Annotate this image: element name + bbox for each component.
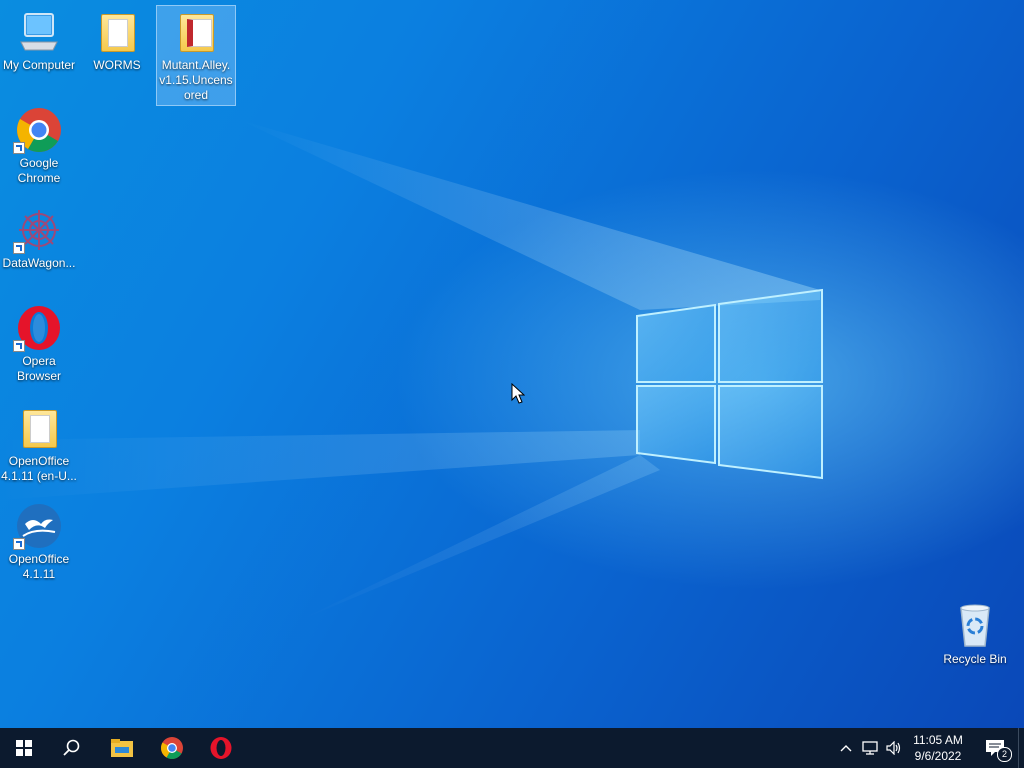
shortcut-arrow-icon	[13, 538, 25, 550]
network-icon	[862, 741, 878, 755]
network-button[interactable]	[858, 728, 882, 768]
desktop-icon-label-line: Opera	[22, 354, 56, 368]
desktop-icon-openoffice[interactable]: OpenOffice 4.1.11	[0, 502, 78, 582]
taskbar: 11:05 AM 9/6/2022 2	[0, 728, 1024, 768]
opera-icon	[210, 737, 232, 759]
chrome-icon	[161, 737, 183, 759]
desktop-icon-label-line: Google	[19, 156, 59, 170]
desktop-icon-google-chrome[interactable]: Google Chrome	[0, 106, 78, 186]
desktop-icon-worms[interactable]: WORMS	[78, 8, 156, 73]
folder-icon	[93, 8, 141, 56]
start-button[interactable]	[0, 728, 48, 768]
desktop-icon-recycle-bin[interactable]: Recycle Bin	[936, 602, 1014, 667]
opera-icon	[13, 304, 63, 352]
file-explorer-icon	[111, 739, 133, 757]
taskbar-opera-button[interactable]	[197, 728, 245, 768]
desktop-icon-opera-browser[interactable]: Opera Browser	[0, 304, 78, 384]
recycle-bin-icon	[951, 602, 999, 650]
desktop-icon-mutant-alley[interactable]: Mutant.Alley. v1.15.Uncens ored	[156, 5, 236, 106]
action-center-button[interactable]: 2	[978, 728, 1012, 768]
desktop-icon-label: WORMS	[93, 58, 141, 72]
desktop-icon-label-line: Browser	[16, 369, 61, 383]
desktop-icon-label-line: OpenOffice	[8, 552, 70, 566]
computer-icon	[15, 8, 63, 56]
clock-time: 11:05 AM	[913, 733, 963, 747]
desktop-icon-label: My Computer	[2, 58, 76, 72]
desktop-icon-openoffice-folder[interactable]: OpenOffice 4.1.11 (en-U...	[0, 404, 78, 484]
shortcut-arrow-icon	[13, 142, 25, 154]
desktop-icon-label-line: 4.1.11 (en-U...	[1, 469, 77, 483]
desktop-icon-label-line: ored	[183, 88, 209, 102]
show-hidden-icons-button[interactable]	[834, 728, 858, 768]
search-icon	[63, 739, 80, 756]
notification-count-badge: 2	[997, 747, 1012, 762]
openoffice-icon	[13, 502, 63, 550]
desktop-icon-label-line: 4.1.11	[22, 567, 56, 581]
desktop-icon-label: Recycle Bin	[943, 652, 1007, 666]
desktop-icon-label-line: Mutant.Alley.	[161, 58, 231, 72]
desktop-icon-my-computer[interactable]: My Computer	[0, 8, 78, 73]
desktop-icon-label-line: Chrome	[17, 171, 61, 185]
clock-date: 9/6/2022	[914, 749, 962, 763]
wallpaper-windows-logo	[0, 120, 823, 620]
shortcut-arrow-icon	[13, 242, 25, 254]
desktop-icon-label-line: OpenOffice	[8, 454, 70, 468]
search-button[interactable]	[48, 728, 96, 768]
speaker-icon	[886, 741, 901, 755]
folder-icon	[172, 8, 220, 56]
desktop-icon-label: DataWagon...	[2, 256, 76, 270]
taskbar-file-explorer-button[interactable]	[98, 728, 146, 768]
chevron-up-icon	[840, 745, 852, 752]
volume-button[interactable]	[882, 728, 906, 768]
shortcut-arrow-icon	[13, 340, 25, 352]
clock[interactable]: 11:05 AM 9/6/2022	[906, 732, 970, 764]
desktop[interactable]: My Computer WORMS Mutant.Alley. v1.15.Un…	[0, 0, 1024, 728]
folder-icon	[15, 404, 63, 452]
mouse-pointer-icon	[511, 383, 525, 404]
desktop-icon-datawagon[interactable]: DataWagon...	[0, 206, 78, 271]
windows-start-icon	[16, 740, 32, 756]
desktop-icon-label-line: v1.15.Uncens	[159, 73, 233, 87]
datawagon-icon	[13, 206, 63, 254]
show-desktop-button[interactable]	[1018, 728, 1024, 768]
taskbar-chrome-button[interactable]	[148, 728, 196, 768]
chrome-icon	[13, 106, 63, 154]
